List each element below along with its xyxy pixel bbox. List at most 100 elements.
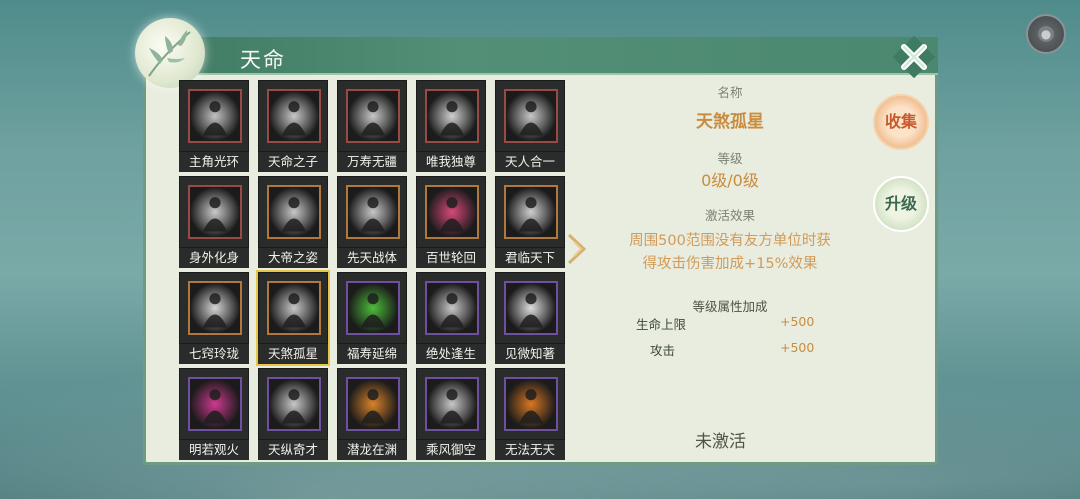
skill-name: 大帝之姿 xyxy=(258,248,328,268)
skill-name: 潜龙在渊 xyxy=(337,440,407,460)
skill-frame xyxy=(495,176,565,248)
skill-icon xyxy=(425,89,479,143)
activation-status: 未激活 xyxy=(695,432,746,452)
skill-card[interactable]: 君临天下 xyxy=(495,176,565,268)
skill-card[interactable]: 大帝之姿 xyxy=(258,176,328,268)
skill-name: 百世轮回 xyxy=(416,248,486,268)
skill-name: 天命之子 xyxy=(258,152,328,172)
skill-frame xyxy=(179,272,249,344)
skill-frame xyxy=(337,368,407,440)
skill-icon xyxy=(188,185,242,239)
skill-name: 乘风御空 xyxy=(416,440,486,460)
skill-card[interactable]: 绝处逢生 xyxy=(416,272,486,364)
attr-value: +500 xyxy=(780,314,814,329)
skill-frame xyxy=(258,368,328,440)
upgrade-label: 升级 xyxy=(884,194,917,213)
skill-frame xyxy=(179,176,249,248)
skill-card[interactable]: 万寿无疆 xyxy=(337,80,407,172)
skill-icon xyxy=(425,281,479,335)
skill-frame xyxy=(416,368,486,440)
close-icon xyxy=(892,35,936,79)
skill-icon xyxy=(346,281,400,335)
skill-frame xyxy=(258,176,328,248)
skill-icon xyxy=(346,377,400,431)
skill-frame xyxy=(495,368,565,440)
skill-name: 见微知著 xyxy=(495,344,565,364)
upgrade-button[interactable]: 升级 xyxy=(873,176,929,232)
skill-card[interactable]: 潜龙在渊 xyxy=(337,368,407,460)
skill-icon xyxy=(267,377,321,431)
attr-value: +500 xyxy=(780,340,814,355)
skill-icon xyxy=(188,89,242,143)
skill-frame xyxy=(337,272,407,344)
skill-name: 身外化身 xyxy=(179,248,249,268)
skill-grid: 主角光环 天命之子 万寿无疆 唯我独尊 天人合一身外化身 大帝之姿 先天战体 百世轮回 君临天下… xyxy=(176,78,568,463)
skill-card[interactable]: 天人合一 xyxy=(495,80,565,172)
skill-frame xyxy=(416,272,486,344)
close-button[interactable] xyxy=(892,35,936,79)
skill-card[interactable]: 唯我独尊 xyxy=(416,80,486,172)
effect-line-2: 得攻击伤害加成+15%效果 xyxy=(642,256,818,272)
round-menu-icon: ● xyxy=(1038,26,1054,42)
skill-card[interactable]: 福寿延绵 xyxy=(337,272,407,364)
skill-icon xyxy=(504,185,558,239)
skill-icon xyxy=(425,377,479,431)
skill-card[interactable]: 身外化身 xyxy=(179,176,249,268)
skill-frame xyxy=(495,80,565,152)
attr-row: 攻击 xyxy=(650,340,675,359)
level-value: 0级/0级 xyxy=(701,171,759,190)
skill-card[interactable]: 主角光环 xyxy=(179,80,249,172)
skill-name: 七窍玲珑 xyxy=(179,344,249,364)
skill-frame xyxy=(337,176,407,248)
skill-card[interactable]: 无法无天 xyxy=(495,368,565,460)
page-title: 天命 xyxy=(240,48,286,72)
skill-icon xyxy=(346,89,400,143)
skill-card[interactable]: 天纵奇才 xyxy=(258,368,328,460)
skill-name: 万寿无疆 xyxy=(337,152,407,172)
skill-card[interactable]: 见微知著 xyxy=(495,272,565,364)
chevron-right-icon xyxy=(567,233,587,265)
skill-name: 君临天下 xyxy=(495,248,565,268)
skill-name: 天人合一 xyxy=(495,152,565,172)
skill-icon xyxy=(267,89,321,143)
skill-icon xyxy=(267,281,321,335)
skill-card[interactable]: 乘风御空 xyxy=(416,368,486,460)
attr-bonus-label: 等级属性加成 xyxy=(692,299,768,314)
attr-value-text: +500 xyxy=(780,340,815,355)
skill-name-value: 天煞孤星 xyxy=(696,112,764,132)
skill-card[interactable]: 七窍玲珑 xyxy=(179,272,249,364)
skill-detail: 名称 天煞孤星 等级 0级/0级 激活效果 周围500范围没有友方单位时获 得攻… xyxy=(590,78,870,315)
skill-icon xyxy=(504,89,558,143)
skill-icon xyxy=(188,377,242,431)
effect-line-1: 周围500范围没有友方单位时获 xyxy=(629,233,831,249)
skill-name: 唯我独尊 xyxy=(416,152,486,172)
round-menu-button[interactable]: ● xyxy=(1026,14,1066,54)
skill-frame xyxy=(258,272,328,344)
attr-name: 生命上限 xyxy=(636,317,687,332)
collect-label: 收集 xyxy=(884,112,917,131)
effect-label: 激活效果 xyxy=(704,208,755,223)
name-label: 名称 xyxy=(717,85,743,100)
skill-icon xyxy=(504,377,558,431)
skill-card[interactable]: 百世轮回 xyxy=(416,176,486,268)
skill-name: 天煞孤星 xyxy=(258,344,328,364)
skill-icon xyxy=(188,281,242,335)
skill-card[interactable]: 先天战体 xyxy=(337,176,407,268)
skill-card[interactable]: 天命之子 xyxy=(258,80,328,172)
skill-frame xyxy=(495,272,565,344)
skill-name: 主角光环 xyxy=(179,152,249,172)
skill-name: 福寿延绵 xyxy=(337,344,407,364)
collect-button[interactable]: 收集 xyxy=(873,94,929,150)
attr-name: 攻击 xyxy=(650,343,676,358)
skill-icon xyxy=(267,185,321,239)
skill-icon xyxy=(504,281,558,335)
skill-name: 先天战体 xyxy=(337,248,407,268)
skill-frame xyxy=(179,368,249,440)
skill-card[interactable]: 明若观火 xyxy=(179,368,249,460)
attr-value-text: +500 xyxy=(780,314,815,329)
skill-frame xyxy=(416,176,486,248)
skill-card[interactable]: 天煞孤星 xyxy=(258,272,328,364)
skill-name: 无法无天 xyxy=(495,440,565,460)
skill-icon xyxy=(425,185,479,239)
attr-row: 生命上限 xyxy=(636,314,686,333)
